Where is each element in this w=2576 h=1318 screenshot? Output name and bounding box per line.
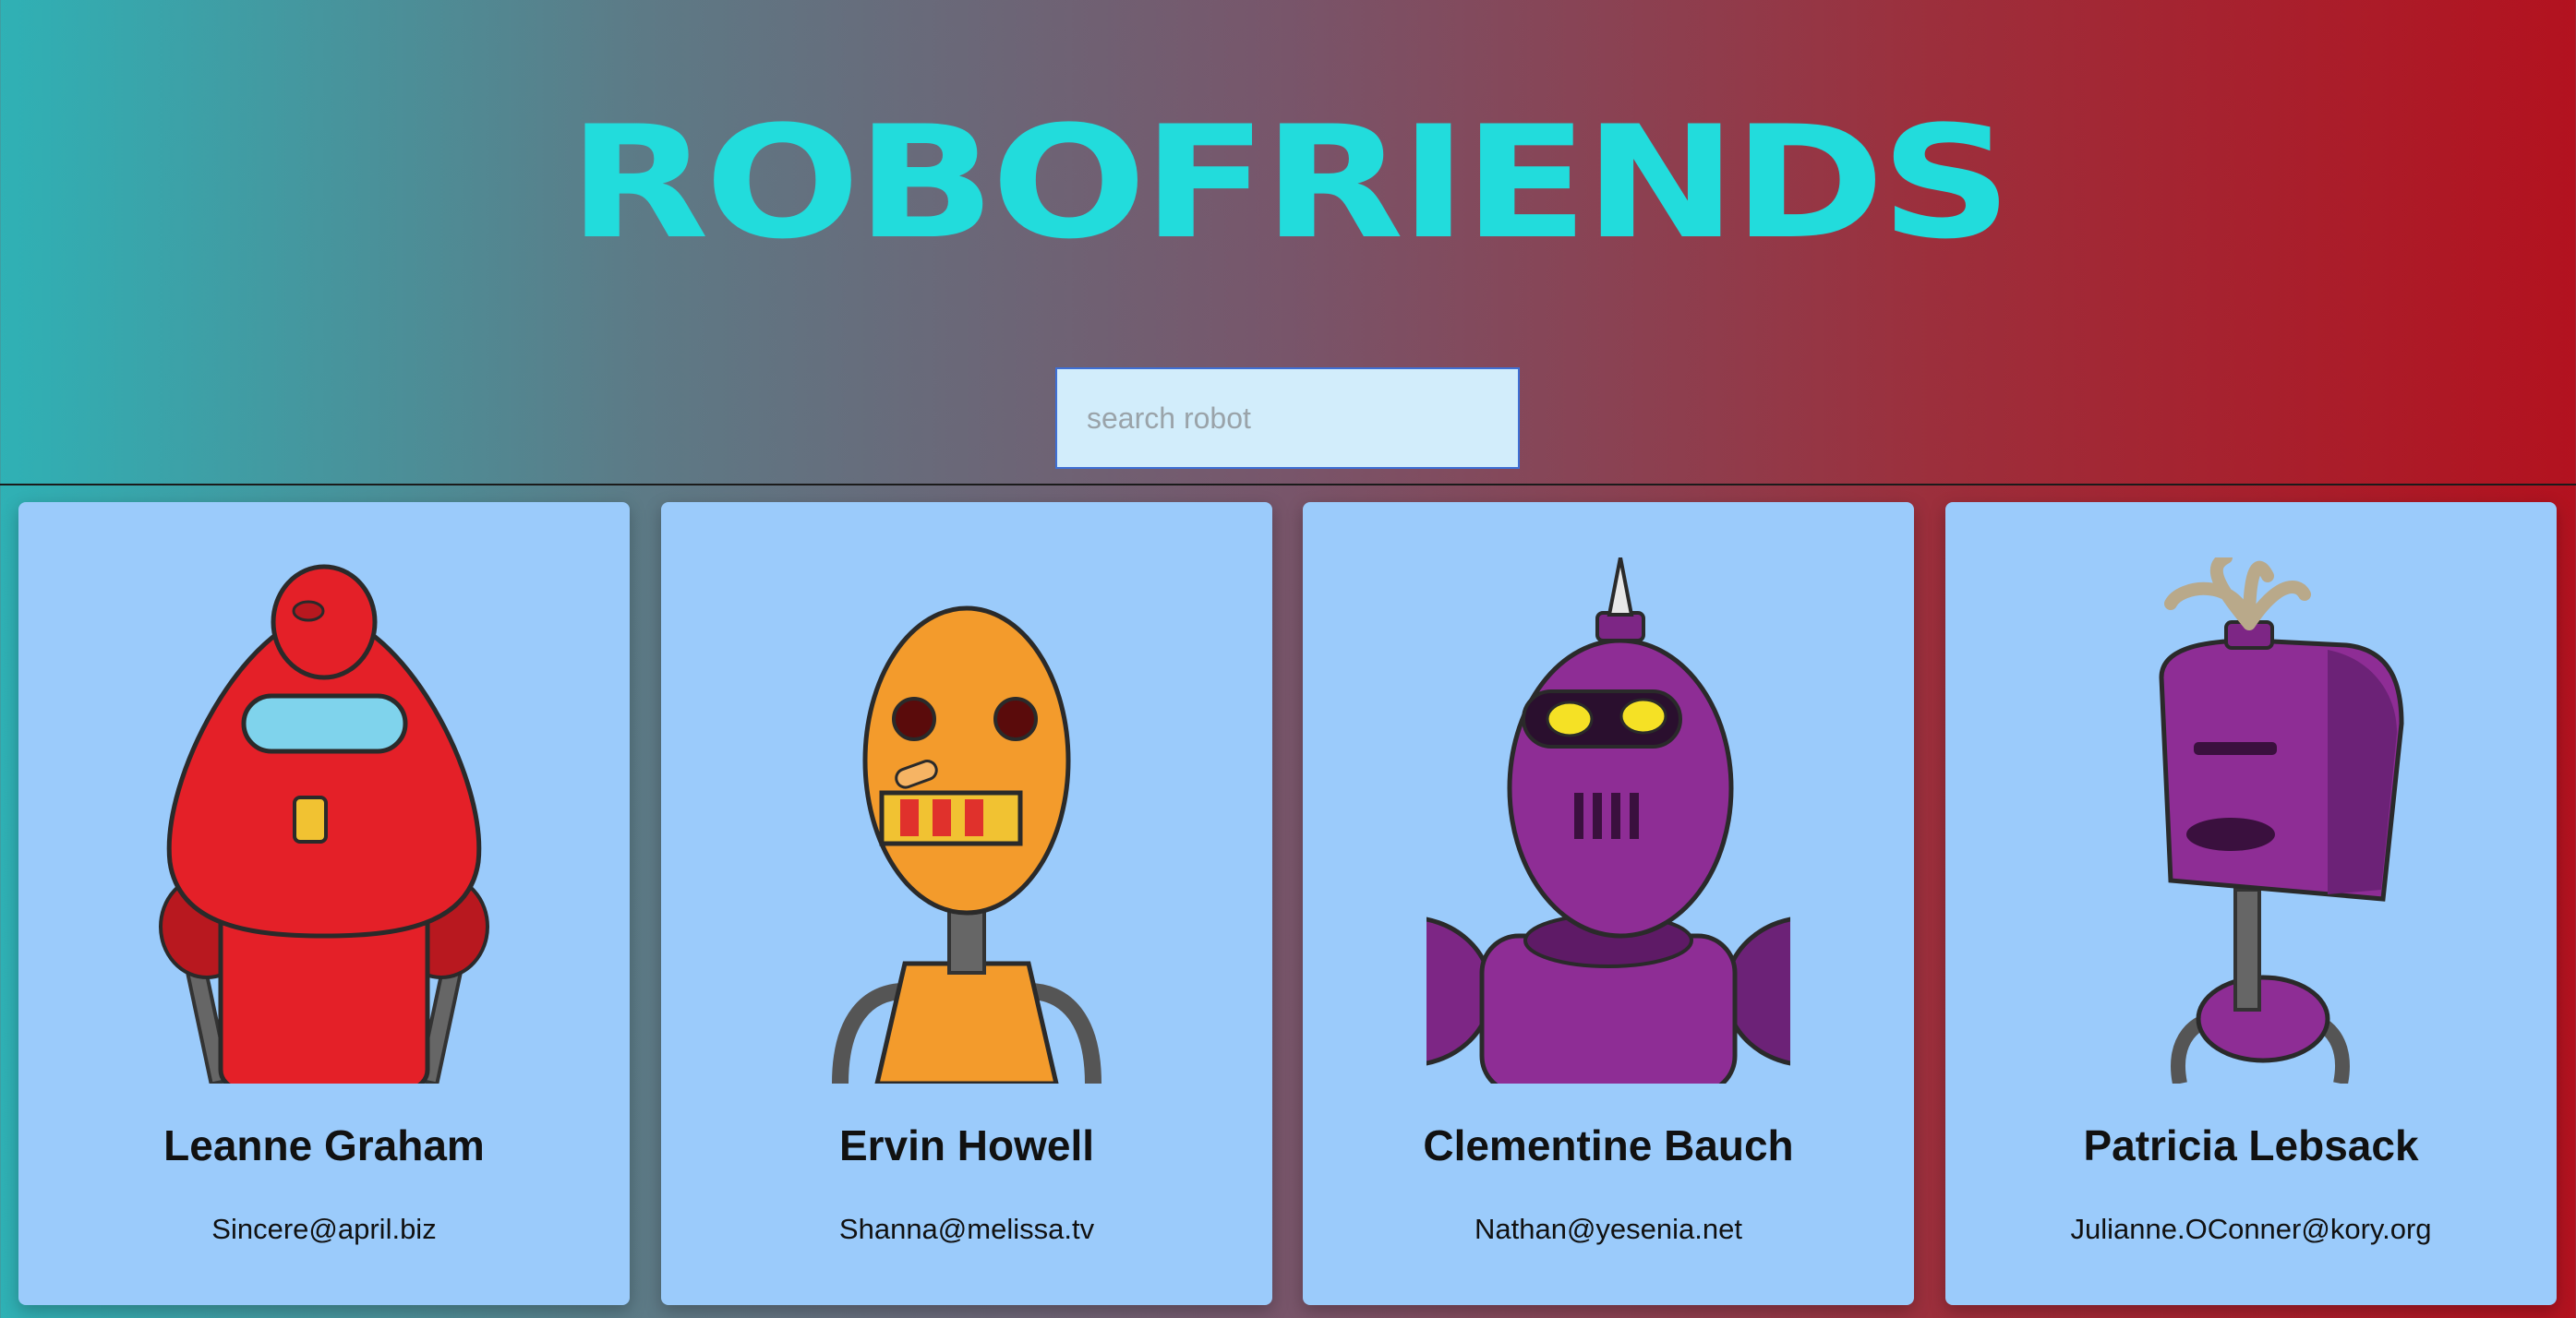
robot-name: Leanne Graham: [163, 1121, 485, 1169]
robot-name: Clementine Bauch: [1423, 1121, 1794, 1169]
robot-email: Julianne.OConner@kory.org: [2070, 1213, 2432, 1245]
search-input[interactable]: [1055, 367, 1520, 469]
robot-email: Sincere@april.biz: [211, 1213, 437, 1245]
robot-name: Patricia Lebsack: [2083, 1121, 2419, 1169]
robot-avatar: [2069, 557, 2433, 1084]
search-box: [1055, 367, 1520, 469]
card-list: Leanne Graham Sincere@april.biz Ervin Ho…: [0, 502, 2576, 1305]
robot-card[interactable]: Clementine Bauch Nathan@yesenia.net: [1303, 502, 1914, 1305]
header-divider: [0, 484, 2576, 485]
robot-avatar: [785, 557, 1149, 1084]
robot-name: Ervin Howell: [838, 1121, 1095, 1169]
robot-card[interactable]: Patricia Lebsack Julianne.OConner@kory.o…: [1945, 502, 2557, 1305]
robot-avatar: [1426, 557, 1790, 1084]
robot-email: Shanna@melissa.tv: [838, 1213, 1095, 1245]
robot-email: Nathan@yesenia.net: [1475, 1213, 1742, 1245]
app-title: ROBOFRIENDS: [568, 92, 2012, 273]
robot-card[interactable]: Leanne Graham Sincere@april.biz: [18, 502, 630, 1305]
robot-avatar: [142, 557, 506, 1084]
robot-card[interactable]: Ervin Howell Shanna@melissa.tv: [661, 502, 1272, 1305]
